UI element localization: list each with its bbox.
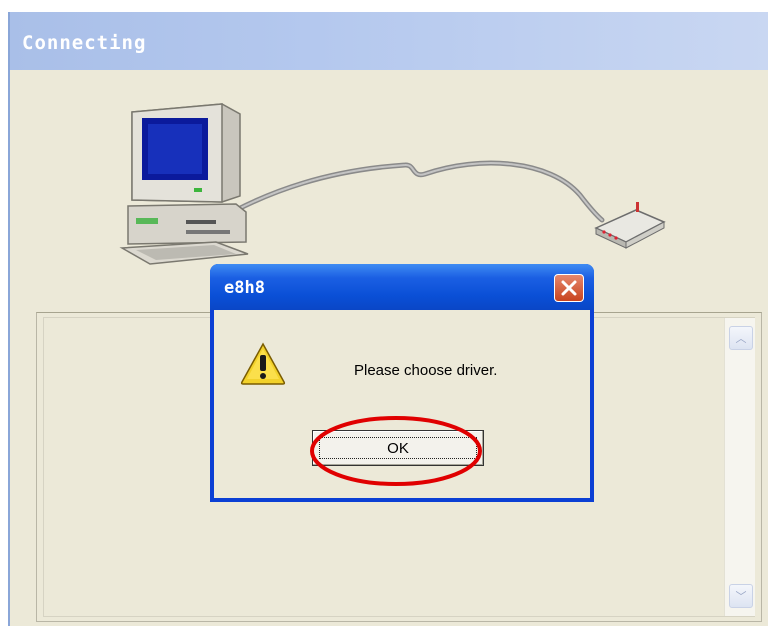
scroll-up-button[interactable]: ︿ xyxy=(729,326,753,350)
modem-icon xyxy=(594,202,666,249)
connection-illustration xyxy=(119,103,666,265)
close-icon xyxy=(561,280,577,296)
scroll-down-button[interactable]: ﹀ xyxy=(729,584,753,608)
connecting-titlebar[interactable]: Connecting xyxy=(10,12,768,70)
warning-icon xyxy=(240,342,286,385)
chevron-up-icon: ︿ xyxy=(735,333,747,345)
ok-button[interactable]: OK xyxy=(312,430,484,466)
dialog-titlebar[interactable]: e8h8 xyxy=(210,264,594,310)
vertical-scrollbar[interactable]: ︿ ﹀ xyxy=(724,318,755,616)
dialog-message: Please choose driver. xyxy=(354,362,498,379)
window-title: Connecting xyxy=(22,32,147,54)
computer-icon xyxy=(119,103,249,265)
chevron-down-icon: ﹀ xyxy=(735,591,747,603)
close-button[interactable] xyxy=(554,274,584,302)
dialog-title: e8h8 xyxy=(224,278,265,298)
message-dialog: e8h8 Please choose driver. OK xyxy=(210,264,594,502)
dialog-body: Please choose driver. OK xyxy=(214,310,590,498)
ok-button-label: OK xyxy=(319,437,477,459)
